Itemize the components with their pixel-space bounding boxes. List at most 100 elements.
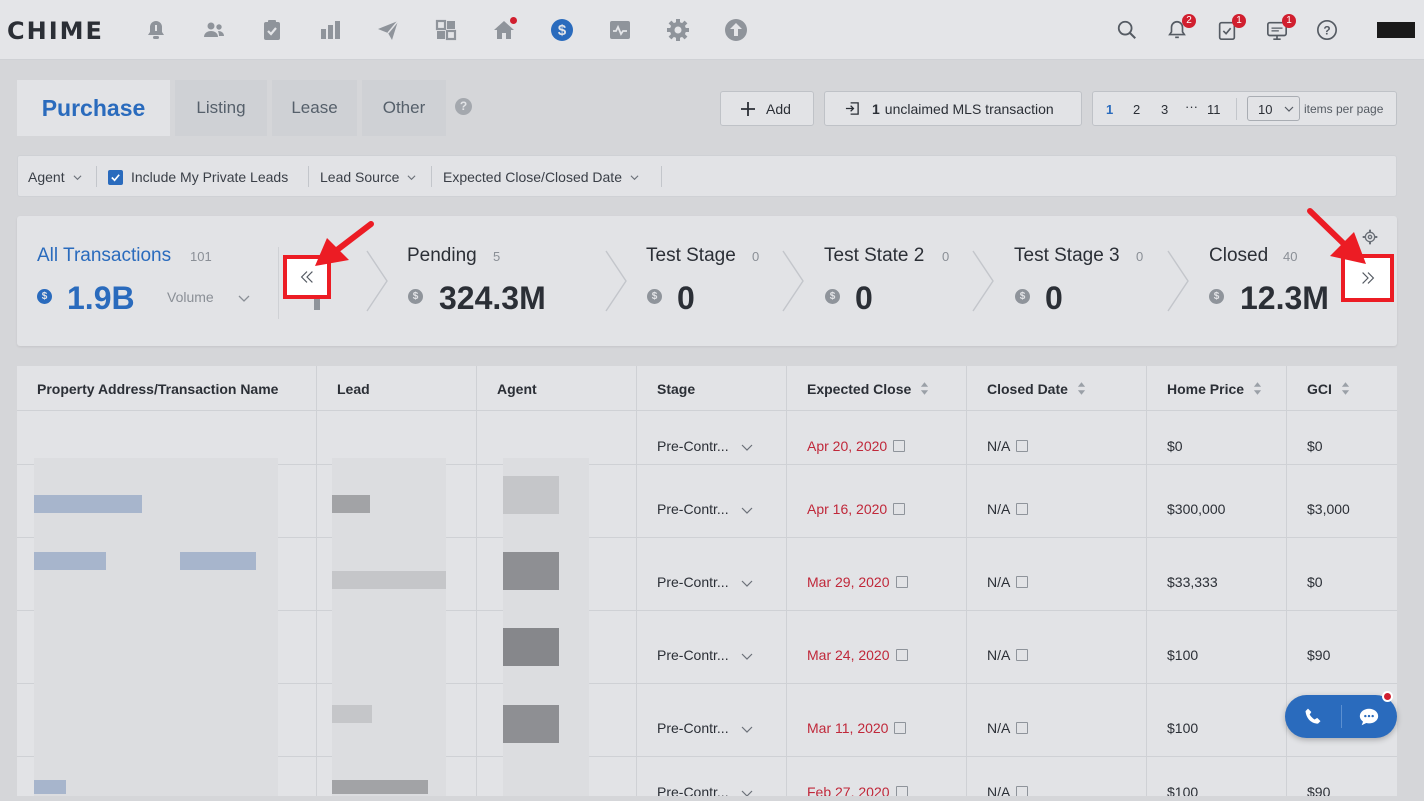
expected-close-date[interactable]: Feb 27, 2020: [807, 784, 908, 796]
closed-date[interactable]: N/A: [987, 501, 1029, 517]
redacted-agent-avatar[interactable]: [503, 705, 559, 743]
stage-test3-name[interactable]: Test Stage 3: [1014, 245, 1120, 267]
clipboard-check-icon[interactable]: [258, 16, 286, 44]
help-circle-icon[interactable]: ?: [1314, 17, 1340, 43]
col-header-gci[interactable]: GCI: [1307, 366, 1350, 411]
calendar-icon[interactable]: [893, 440, 906, 452]
redacted-lead-name[interactable]: [332, 780, 428, 794]
redacted-property-name[interactable]: [180, 552, 256, 570]
bar-chart-icon[interactable]: [316, 16, 344, 44]
closed-date[interactable]: N/A: [987, 647, 1029, 663]
stage-closed-value: 12.3M: [1240, 280, 1329, 316]
stage-select[interactable]: Pre-Contr...: [657, 720, 753, 736]
page-11[interactable]: 11: [1207, 102, 1221, 117]
include-private-leads-toggle[interactable]: Include My Private Leads: [108, 169, 288, 185]
calendar-icon[interactable]: [1016, 649, 1029, 661]
chevron-down-icon: [407, 174, 416, 180]
upload-icon[interactable]: [722, 16, 750, 44]
red-annotation-arrow: [1307, 208, 1366, 264]
stage-closed-name[interactable]: Closed: [1209, 245, 1268, 267]
stage-select[interactable]: Pre-Contr...: [657, 574, 753, 590]
calendar-icon[interactable]: [894, 722, 907, 734]
closed-date[interactable]: N/A: [987, 720, 1029, 736]
search-icon[interactable]: [1114, 17, 1140, 43]
stage-test-name[interactable]: Test Stage: [646, 245, 736, 267]
calendar-icon[interactable]: [1016, 576, 1029, 588]
expected-close-date-text: Apr 16, 2020: [807, 501, 888, 517]
calendar-icon[interactable]: [895, 576, 908, 588]
expected-close-date[interactable]: Mar 29, 2020: [807, 574, 908, 590]
calendar-icon[interactable]: [1016, 503, 1029, 515]
date-filter[interactable]: Expected Close/Closed Date: [443, 169, 639, 185]
send-icon[interactable]: [374, 16, 402, 44]
stage-select[interactable]: Pre-Contr...: [657, 501, 753, 517]
col-header-expected-close[interactable]: Expected Close: [807, 366, 929, 411]
tab-listing[interactable]: Listing: [175, 80, 267, 136]
dashboard-icon[interactable]: [432, 16, 460, 44]
chevron-down-icon: [741, 790, 753, 796]
stage-all-name[interactable]: All Transactions: [37, 245, 171, 267]
notifications-icon[interactable]: 2: [1164, 14, 1196, 43]
expected-close-date-text: Mar 24, 2020: [807, 647, 890, 663]
activity-icon[interactable]: [606, 16, 634, 44]
chime-logo[interactable]: CHIME: [7, 17, 104, 45]
closed-date[interactable]: N/A: [987, 574, 1029, 590]
user-avatar[interactable]: [1377, 22, 1415, 38]
calendar-icon[interactable]: [895, 649, 908, 661]
closed-date[interactable]: N/A: [987, 438, 1029, 454]
stage-select[interactable]: Pre-Contr...: [657, 784, 753, 796]
page-3[interactable]: 3: [1161, 102, 1168, 117]
expected-close-date[interactable]: Mar 24, 2020: [807, 647, 908, 663]
expected-close-date[interactable]: Apr 16, 2020: [807, 501, 906, 517]
chat-bubble-icon[interactable]: [1358, 706, 1380, 728]
redacted-agent-avatar[interactable]: [503, 476, 559, 514]
tasks-icon[interactable]: 1: [1214, 14, 1246, 43]
tab-purchase[interactable]: Purchase: [17, 80, 170, 136]
bell-alert-icon[interactable]: [142, 16, 170, 44]
calendar-icon[interactable]: [895, 786, 908, 796]
stage-select[interactable]: Pre-Contr...: [657, 647, 753, 663]
redacted-agent-avatar[interactable]: [503, 628, 559, 666]
dollar-icon[interactable]: $: [548, 16, 576, 44]
closed-date[interactable]: N/A: [987, 784, 1029, 796]
per-page-select[interactable]: 10: [1247, 96, 1300, 121]
col-header-home-price[interactable]: Home Price: [1167, 366, 1262, 411]
agent-filter[interactable]: Agent: [28, 169, 82, 185]
help-icon[interactable]: ?: [455, 98, 472, 115]
redacted-lead-name[interactable]: [332, 705, 372, 723]
home-icon[interactable]: [490, 16, 518, 44]
add-transaction-button[interactable]: Add: [720, 91, 814, 126]
col-header-closed-date[interactable]: Closed Date: [987, 366, 1086, 411]
phone-icon[interactable]: [1303, 707, 1323, 727]
people-icon[interactable]: [200, 16, 228, 44]
expected-close-date[interactable]: Apr 20, 2020: [807, 438, 906, 454]
redacted-property-name[interactable]: [34, 552, 106, 570]
redacted-property-name[interactable]: [34, 495, 142, 513]
volume-select[interactable]: Volume: [167, 289, 250, 305]
tab-other[interactable]: Other: [362, 80, 446, 136]
messages-icon[interactable]: 1: [1264, 14, 1296, 43]
chevron-down-icon: [741, 444, 753, 451]
lead-source-filter[interactable]: Lead Source: [320, 169, 416, 185]
unclaimed-mls-button[interactable]: 1 unclaimed MLS transaction: [824, 91, 1082, 126]
calendar-icon[interactable]: [1016, 440, 1029, 452]
page-2[interactable]: 2: [1133, 102, 1140, 117]
stage-test2-name[interactable]: Test State 2: [824, 245, 924, 267]
page-1[interactable]: 1: [1106, 102, 1113, 117]
redacted-lead-name[interactable]: [332, 495, 370, 513]
redacted-property-name[interactable]: [34, 780, 66, 794]
calendar-icon[interactable]: [1016, 722, 1029, 734]
calendar-icon[interactable]: [893, 503, 906, 515]
checkbox-checked[interactable]: [108, 169, 123, 185]
gear-icon[interactable]: [664, 16, 692, 44]
stage-pending-name[interactable]: Pending: [407, 245, 477, 267]
expected-close-date[interactable]: Mar 11, 2020: [807, 720, 907, 736]
page-ellipsis[interactable]: ···: [1185, 99, 1198, 114]
calendar-icon[interactable]: [1016, 786, 1029, 796]
stage-select[interactable]: Pre-Contr...: [657, 438, 753, 454]
redacted-lead-name[interactable]: [332, 571, 446, 589]
redacted-agent-avatar[interactable]: [503, 552, 559, 590]
gci-value-text: $90: [1307, 784, 1331, 796]
tab-lease[interactable]: Lease: [272, 80, 357, 136]
stage-arrow-separator: [1167, 250, 1189, 312]
